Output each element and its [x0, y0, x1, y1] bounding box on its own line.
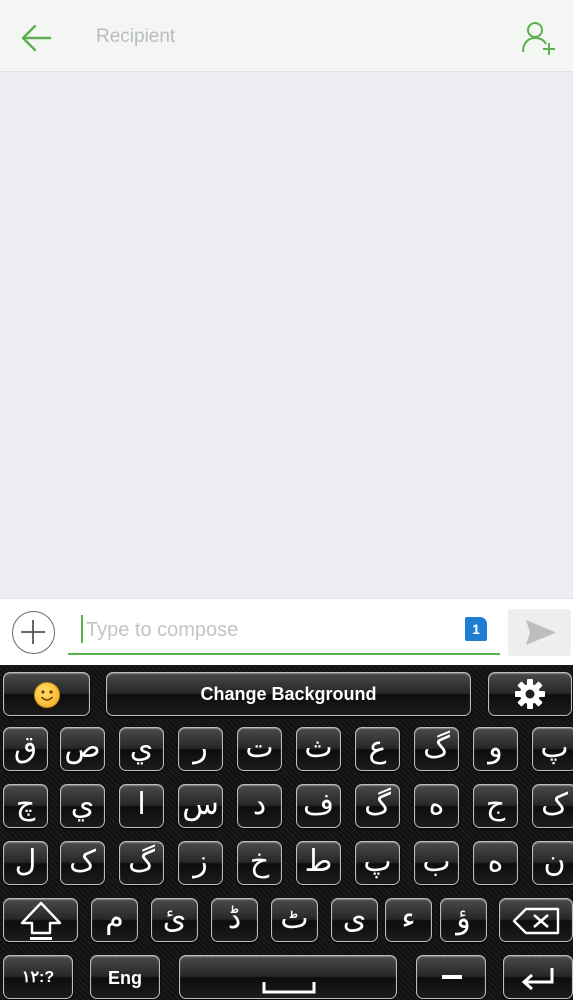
- key-beh[interactable]: ب: [414, 841, 459, 885]
- backspace-icon: [512, 907, 560, 935]
- key-meem[interactable]: م: [91, 898, 138, 942]
- sim-badge[interactable]: 1: [465, 617, 487, 641]
- key-keheh[interactable]: ک: [532, 784, 573, 828]
- key-yeh[interactable]: ي: [119, 727, 164, 771]
- backspace-key[interactable]: [499, 898, 573, 942]
- key-peh-2[interactable]: پ: [355, 841, 400, 885]
- key-yeh-2[interactable]: ي: [60, 784, 105, 828]
- key-tcheh[interactable]: چ: [3, 784, 48, 828]
- key-heh-doachashmee[interactable]: ه: [473, 841, 518, 885]
- top-bar: Recipient: [0, 0, 573, 72]
- key-heh[interactable]: ه: [414, 784, 459, 828]
- gear-icon: [515, 679, 545, 709]
- text-cursor: [81, 615, 83, 643]
- key-zain[interactable]: ز: [178, 841, 223, 885]
- key-keheh-2[interactable]: ک: [60, 841, 105, 885]
- send-button[interactable]: [508, 609, 571, 656]
- key-feh[interactable]: ف: [296, 784, 341, 828]
- key-tteh[interactable]: ٹ: [271, 898, 318, 942]
- emoji-key[interactable]: [3, 672, 90, 716]
- enter-key[interactable]: [503, 955, 573, 999]
- key-gaf-3[interactable]: گ: [119, 841, 164, 885]
- key-gaf-2[interactable]: گ: [355, 784, 400, 828]
- shift-arrow-icon: [20, 901, 61, 940]
- message-thread: [0, 72, 573, 598]
- key-waw[interactable]: و: [473, 727, 518, 771]
- space-bar-icon: [262, 982, 316, 994]
- symbols-key[interactable]: ۱۲:?: [3, 955, 73, 999]
- recipient-field[interactable]: Recipient: [96, 26, 175, 48]
- key-dal[interactable]: د: [237, 784, 282, 828]
- send-icon: [526, 620, 556, 645]
- plus-icon: [21, 620, 45, 644]
- smiley-icon: [33, 682, 60, 708]
- attach-button[interactable]: [12, 611, 55, 654]
- compose-field[interactable]: 1: [68, 609, 500, 655]
- key-seen[interactable]: س: [178, 784, 223, 828]
- back-arrow-icon[interactable]: [16, 18, 56, 58]
- dash-icon: [442, 975, 462, 979]
- key-reh[interactable]: ر: [178, 727, 223, 771]
- keyboard-settings-button[interactable]: [488, 672, 572, 716]
- space-key[interactable]: [179, 955, 397, 999]
- change-background-button[interactable]: Change Background: [106, 672, 471, 716]
- keyboard: Change Background ق ص ي ر ت ث ع گ و پ چ …: [0, 665, 573, 1000]
- compose-bar: 1: [0, 598, 573, 665]
- key-tah[interactable]: ط: [296, 841, 341, 885]
- key-khah[interactable]: خ: [237, 841, 282, 885]
- key-alef-maksura[interactable]: ی: [331, 898, 378, 942]
- dash-key[interactable]: [416, 955, 486, 999]
- shift-key[interactable]: [3, 898, 78, 942]
- key-alef[interactable]: ا: [119, 784, 164, 828]
- key-hamza[interactable]: ء: [385, 898, 432, 942]
- key-peh[interactable]: پ: [532, 727, 573, 771]
- key-qaf[interactable]: ق: [3, 727, 48, 771]
- key-ain[interactable]: ع: [355, 727, 400, 771]
- enter-icon: [521, 968, 554, 991]
- key-noon[interactable]: ن: [532, 841, 573, 885]
- key-yeh-hamza[interactable]: ئ: [151, 898, 198, 942]
- language-key[interactable]: Eng: [90, 955, 160, 999]
- key-lam[interactable]: ل: [3, 841, 48, 885]
- key-teh[interactable]: ت: [237, 727, 282, 771]
- key-ddal[interactable]: ڈ: [211, 898, 258, 942]
- key-theh[interactable]: ث: [296, 727, 341, 771]
- compose-input[interactable]: [86, 613, 446, 647]
- key-waw-hamza[interactable]: ؤ: [440, 898, 487, 942]
- key-jeem[interactable]: ج: [473, 784, 518, 828]
- add-contact-icon[interactable]: [519, 18, 559, 58]
- key-sad[interactable]: ص: [60, 727, 105, 771]
- key-gaf[interactable]: گ: [414, 727, 459, 771]
